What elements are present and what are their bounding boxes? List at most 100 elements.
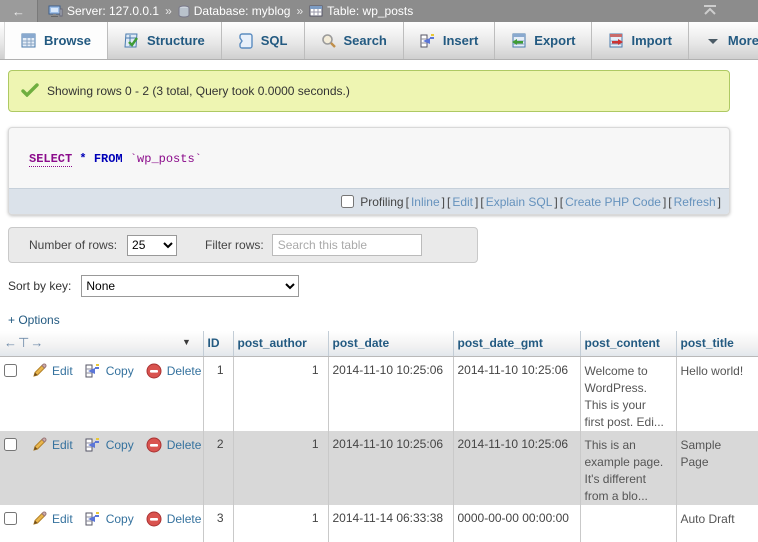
column-header-post-date-gmt[interactable]: post_date_gmt bbox=[453, 331, 580, 356]
table-row: Edit Copy Delete 1 1 2014-11-10 10:25:06… bbox=[0, 356, 758, 431]
chevron-down-icon bbox=[705, 33, 721, 49]
copy-row-link[interactable]: Copy bbox=[106, 438, 134, 452]
options-toggle-link[interactable]: + Options bbox=[8, 313, 60, 327]
tab-search[interactable]: Search bbox=[305, 22, 404, 59]
row-checkbox[interactable] bbox=[4, 512, 17, 525]
bracket: ] bbox=[663, 195, 666, 209]
table-header-row: ←⊤→ ▼ ID post_author post_date post_date… bbox=[0, 331, 758, 356]
delete-row-link[interactable]: Delete bbox=[167, 438, 202, 452]
cell-id: 3 bbox=[203, 505, 233, 542]
breadcrumb-database[interactable]: Database: myblog bbox=[178, 4, 291, 18]
table-row: Edit Copy Delete 2 1 2014-11-10 10:25:06… bbox=[0, 431, 758, 505]
number-of-rows-select[interactable]: 25 bbox=[127, 235, 177, 256]
cell-post-date: 2014-11-14 06:33:38 bbox=[328, 505, 453, 542]
bracket: [ bbox=[447, 195, 450, 209]
breadcrumb-table-label: Table: wp_posts bbox=[327, 4, 413, 18]
tab-more-label: More bbox=[728, 33, 758, 48]
sort-by-key-row: Sort by key: None bbox=[8, 275, 299, 297]
profiling-checkbox[interactable] bbox=[341, 195, 354, 208]
column-header-post-date[interactable]: post_date bbox=[328, 331, 453, 356]
delete-icon bbox=[146, 363, 162, 379]
cell-post-title: Sample Page bbox=[676, 431, 758, 505]
table-icon bbox=[309, 5, 323, 17]
cell-post-date-gmt: 0000-00-00 00:00:00 bbox=[453, 505, 580, 542]
create-php-code-link[interactable]: Create PHP Code bbox=[565, 195, 661, 209]
back-button[interactable]: ← bbox=[0, 0, 38, 22]
success-check-icon bbox=[21, 83, 39, 100]
server-icon bbox=[48, 5, 63, 18]
cell-post-date: 2014-11-10 10:25:06 bbox=[328, 431, 453, 505]
header-actions-cell: ←⊤→ ▼ bbox=[0, 331, 203, 356]
breadcrumb-server[interactable]: Server: 127.0.0.1 bbox=[48, 4, 159, 18]
explain-sql-link[interactable]: Explain SQL bbox=[486, 195, 553, 209]
tab-more[interactable]: More bbox=[689, 22, 758, 59]
cell-post-title: Auto Draft bbox=[676, 505, 758, 542]
collapse-panel-icon[interactable] bbox=[702, 3, 718, 20]
cell-post-content: This is an example page. It's different … bbox=[580, 431, 676, 505]
breadcrumb-database-label: Database: myblog bbox=[194, 4, 291, 18]
copy-row-link[interactable]: Copy bbox=[106, 364, 134, 378]
tab-export[interactable]: Export bbox=[495, 22, 592, 59]
tab-import[interactable]: Import bbox=[592, 22, 688, 59]
refresh-link[interactable]: Refresh bbox=[674, 195, 716, 209]
sort-by-key-select[interactable]: None bbox=[81, 275, 299, 297]
cell-post-author: 1 bbox=[233, 431, 328, 505]
tab-structure[interactable]: Structure bbox=[108, 22, 222, 59]
row-actions: Edit Copy Delete bbox=[0, 363, 199, 379]
pencil-icon bbox=[31, 437, 47, 453]
sort-by-key-label: Sort by key: bbox=[8, 279, 71, 293]
row-actions: Edit Copy Delete bbox=[0, 437, 199, 453]
transpose-icon[interactable]: ←⊤→ bbox=[4, 335, 44, 350]
tab-search-label: Search bbox=[344, 33, 387, 48]
edit-row-link[interactable]: Edit bbox=[52, 438, 73, 452]
table-row: Edit Copy Delete 3 1 2014-11-14 06:33:38… bbox=[0, 505, 758, 542]
cell-post-content bbox=[580, 505, 676, 542]
bracket: ] bbox=[554, 195, 557, 209]
cell-post-date-gmt: 2014-11-10 10:25:06 bbox=[453, 431, 580, 505]
rows-filter-bar: Number of rows: 25 Filter rows: bbox=[8, 227, 478, 263]
status-message-text: Showing rows 0 - 2 (3 total, Query took … bbox=[47, 84, 350, 98]
cell-post-title: Hello world! bbox=[676, 356, 758, 431]
search-icon bbox=[321, 33, 337, 49]
delete-row-link[interactable]: Delete bbox=[167, 364, 202, 378]
tab-browse[interactable]: Browse bbox=[4, 22, 108, 59]
bracket: ] bbox=[475, 195, 478, 209]
delete-icon bbox=[146, 511, 162, 527]
status-message: Showing rows 0 - 2 (3 total, Query took … bbox=[8, 70, 730, 112]
copy-icon bbox=[85, 363, 101, 379]
structure-icon bbox=[124, 33, 140, 49]
browse-icon bbox=[21, 33, 37, 49]
breadcrumb-table[interactable]: Table: wp_posts bbox=[309, 4, 413, 18]
tab-sql[interactable]: SQL bbox=[222, 22, 305, 59]
row-checkbox[interactable] bbox=[4, 364, 17, 377]
filter-rows-input[interactable] bbox=[272, 234, 422, 256]
column-header-post-content[interactable]: post_content bbox=[580, 331, 676, 356]
breadcrumb: Server: 127.0.0.1 » Database: myblog » T… bbox=[48, 4, 413, 18]
import-icon bbox=[608, 33, 624, 49]
inline-link[interactable]: Inline bbox=[411, 195, 440, 209]
database-icon bbox=[178, 5, 190, 18]
sql-star: * bbox=[79, 152, 86, 166]
cell-post-date-gmt: 2014-11-10 10:25:06 bbox=[453, 356, 580, 431]
sort-caret-icon[interactable]: ▼ bbox=[182, 337, 191, 347]
row-checkbox[interactable] bbox=[4, 438, 17, 451]
sql-from-keyword: FROM bbox=[94, 152, 123, 166]
column-header-post-author[interactable]: post_author bbox=[233, 331, 328, 356]
edit-row-link[interactable]: Edit bbox=[52, 364, 73, 378]
delete-icon bbox=[146, 437, 162, 453]
sql-icon bbox=[238, 33, 254, 49]
sql-select-keyword[interactable]: SELECT bbox=[29, 152, 72, 167]
bracket: [ bbox=[406, 195, 409, 209]
filter-rows-label: Filter rows: bbox=[205, 238, 264, 252]
cell-post-author: 1 bbox=[233, 505, 328, 542]
row-actions: Edit Copy Delete bbox=[0, 511, 199, 527]
edit-query-link[interactable]: Edit bbox=[452, 195, 473, 209]
edit-row-link[interactable]: Edit bbox=[52, 512, 73, 526]
column-header-id[interactable]: ID bbox=[203, 331, 233, 356]
tab-insert[interactable]: Insert bbox=[404, 22, 495, 59]
tab-browse-label: Browse bbox=[44, 33, 91, 48]
copy-row-link[interactable]: Copy bbox=[106, 512, 134, 526]
delete-row-link[interactable]: Delete bbox=[167, 512, 202, 526]
column-header-post-title[interactable]: post_title bbox=[676, 331, 758, 356]
pencil-icon bbox=[31, 511, 47, 527]
